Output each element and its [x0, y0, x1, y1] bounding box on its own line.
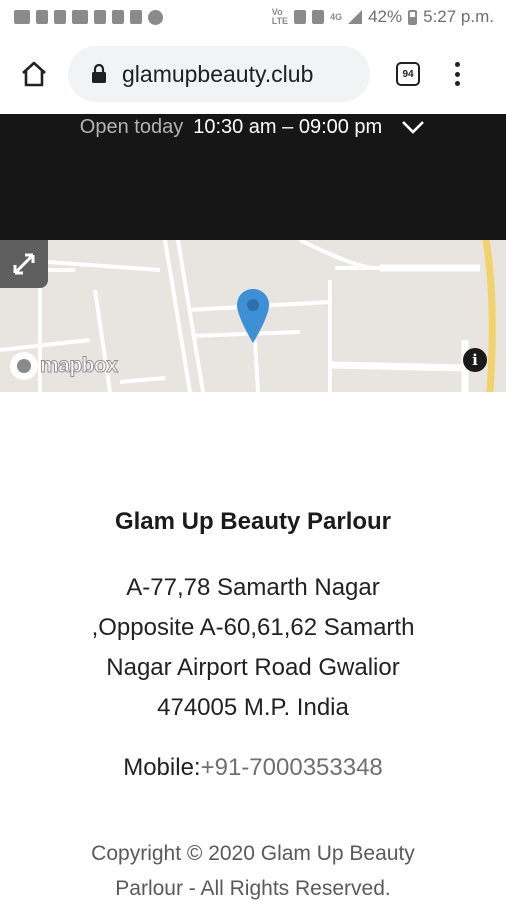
- system-icons: Vo LTE 4G 42% 5:27 p.m.: [272, 7, 494, 27]
- facebook-notification-icon: [54, 10, 66, 24]
- whatsapp-notification-icon: [148, 9, 163, 25]
- menu-dot-icon: [454, 62, 460, 67]
- address-line: Nagar Airport Road Gwalior: [106, 654, 400, 681]
- business-address: A-77,78 Samarth Nagar ,Opposite A-60,61,…: [60, 568, 446, 728]
- app-notification-icon-2: [112, 10, 124, 24]
- network-4g-icon: 4G: [330, 11, 343, 22]
- overflow-menu-button[interactable]: [452, 60, 462, 88]
- address-line: A-77,78 Samarth Nagar: [126, 574, 380, 601]
- browser-toolbar: glamupbeauty.club 94: [0, 34, 506, 114]
- mapbox-logo-icon: [10, 352, 38, 380]
- mobile-contact: Mobile:+91-7000353348: [0, 754, 506, 782]
- contact-notification-icon: [36, 10, 48, 24]
- address-line: ,Opposite A-60,61,62 Samarth: [91, 614, 415, 641]
- battery-percent: 42%: [368, 7, 403, 26]
- hours-section: Open today 10:30 am – 09:00 pm: [0, 114, 506, 240]
- tab-switcher-button[interactable]: 94: [396, 62, 420, 86]
- address-bar[interactable]: glamupbeauty.club: [68, 46, 370, 102]
- volte-icon: Vo LTE: [271, 7, 289, 26]
- url-text: glamupbeauty.club: [122, 60, 314, 87]
- info-button[interactable]: i: [463, 348, 487, 372]
- clock-time: 5:27 p.m.: [423, 7, 494, 26]
- fullscreen-button[interactable]: [0, 240, 48, 288]
- signal-icon: [348, 10, 363, 24]
- location-map[interactable]: mapbox i: [0, 240, 506, 392]
- mobile-label: Mobile:: [123, 754, 201, 781]
- status-bar: Vo LTE 4G 42% 5:27 p.m.: [0, 0, 506, 34]
- expand-icon: [13, 253, 35, 275]
- alarm-icon: [294, 10, 307, 24]
- tab-count: 94: [402, 68, 414, 80]
- app-notification-icon-3: [130, 10, 142, 24]
- mobile-number-link[interactable]: +91-7000353348: [201, 754, 383, 781]
- hours-label: Open today: [79, 115, 184, 138]
- data-saver-icon: [312, 10, 325, 24]
- hours-toggle[interactable]: Open today 10:30 am – 09:00 pm: [0, 114, 506, 140]
- app-notification-icon: [94, 10, 106, 24]
- address-line: 474005 M.P. India: [157, 694, 349, 721]
- hours-value: 10:30 am – 09:00 pm: [193, 115, 383, 138]
- chevron-down-icon[interactable]: [400, 116, 426, 138]
- menu-dot-icon: [454, 71, 460, 77]
- message-notification-icon: [14, 10, 30, 24]
- home-button[interactable]: [14, 54, 54, 94]
- mapbox-logo[interactable]: mapbox: [10, 352, 119, 380]
- map-pin-icon[interactable]: [235, 287, 271, 345]
- lock-icon: [92, 63, 106, 83]
- copyright-line: Copyright © 2020 Glam Up Beauty: [91, 842, 415, 865]
- business-name: Glam Up Beauty Parlour: [114, 508, 392, 535]
- mail-notification-icon: [72, 10, 88, 24]
- menu-dot-icon: [454, 81, 460, 86]
- mapbox-logo-text: mapbox: [40, 354, 119, 378]
- home-icon: [22, 61, 46, 87]
- notification-icons: [14, 9, 163, 25]
- info-icon: i: [472, 351, 478, 369]
- copyright-line: Parlour - All Rights Reserved.: [115, 877, 391, 900]
- battery-icon: [408, 9, 418, 25]
- copyright-notice: Copyright © 2020 Glam Up Beauty Parlour …: [60, 836, 446, 900]
